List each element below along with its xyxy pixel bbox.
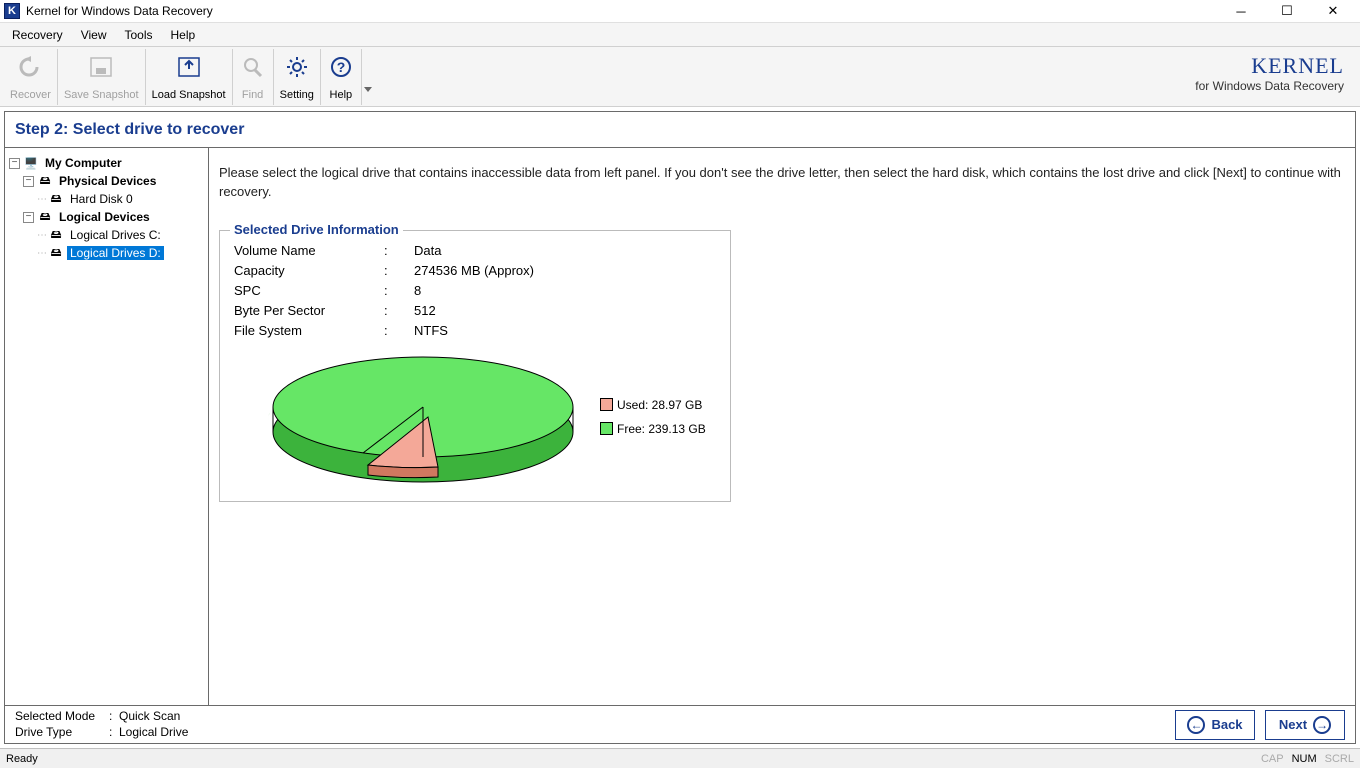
statusbar: Ready CAP NUM SCRL [0, 748, 1360, 768]
arrow-right-icon: → [1313, 716, 1331, 734]
info-row: Byte Per Sector:512 [234, 301, 716, 321]
recover-button: Recover [4, 49, 58, 105]
setting-button[interactable]: Setting [274, 49, 321, 105]
instruction-text: Please select the logical drive that con… [219, 164, 1345, 202]
tree-drive-c[interactable]: ⋯ 🖴 Logical Drives C: [9, 226, 204, 244]
status-ready: Ready [6, 753, 38, 765]
tree-root[interactable]: − 🖥️ My Computer [9, 154, 204, 172]
back-button[interactable]: ← Back [1175, 710, 1255, 740]
minimize-button[interactable]: ─ [1218, 0, 1264, 22]
footer-mode-info: Selected Mode: Quick Scan Drive Type: Lo… [15, 709, 188, 741]
computer-icon: 🖥️ [23, 156, 39, 170]
find-icon [239, 53, 267, 81]
chart-legend: Used: 28.97 GB Free: 239.13 GB [600, 388, 706, 446]
menu-recovery[interactable]: Recovery [12, 28, 63, 42]
brand-logo: KERNEL for Windows Data Recovery [1195, 53, 1344, 93]
menubar: Recovery View Tools Help [0, 23, 1360, 47]
app-icon: K [4, 3, 20, 19]
menu-help[interactable]: Help [171, 28, 196, 42]
menu-tools[interactable]: Tools [124, 28, 152, 42]
hdd-icon: 🖴 [48, 192, 64, 206]
help-button[interactable]: ? Help [321, 49, 362, 105]
device-icon: 🖴 [37, 174, 53, 188]
svg-text:?: ? [337, 59, 346, 75]
help-icon: ? [327, 53, 355, 81]
save-snapshot-icon [87, 53, 115, 81]
tree-logical-devices[interactable]: − 🖴 Logical Devices [9, 208, 204, 226]
tree-hard-disk-0[interactable]: ⋯ 🖴 Hard Disk 0 [9, 190, 204, 208]
toolbar-dropdown[interactable] [364, 55, 374, 99]
drive-icon: 🖴 [48, 246, 64, 260]
device-icon: 🖴 [37, 210, 53, 224]
toolbar: Recover Save Snapshot Load Snapshot Find… [0, 47, 1360, 107]
main-panel: Please select the logical drive that con… [209, 148, 1355, 705]
status-scrl: SCRL [1325, 753, 1354, 765]
drive-info-fieldset: Selected Drive Information Volume Name:D… [219, 230, 731, 502]
legend-free: Free: 239.13 GB [600, 422, 706, 436]
info-row: Capacity:274536 MB (Approx) [234, 261, 716, 281]
tree-drive-d[interactable]: ⋯ 🖴 Logical Drives D: [9, 244, 204, 262]
maximize-button[interactable]: ☐ [1264, 0, 1310, 22]
titlebar: K Kernel for Windows Data Recovery ─ ☐ ✕ [0, 0, 1360, 23]
load-snapshot-button[interactable]: Load Snapshot [146, 49, 233, 105]
find-button: Find [233, 49, 274, 105]
recover-icon [16, 53, 44, 81]
legend-used: Used: 28.97 GB [600, 398, 706, 412]
arrow-left-icon: ← [1187, 716, 1205, 734]
info-row: SPC:8 [234, 281, 716, 301]
gear-icon [283, 53, 311, 81]
pie-chart-icon [268, 347, 578, 487]
status-num: NUM [1292, 753, 1317, 765]
status-cap: CAP [1261, 753, 1284, 765]
next-button[interactable]: Next → [1265, 710, 1345, 740]
window-title: Kernel for Windows Data Recovery [26, 4, 213, 18]
menu-view[interactable]: View [81, 28, 107, 42]
disk-usage-chart: Used: 28.97 GB Free: 239.13 GB [234, 347, 716, 487]
drive-info-legend: Selected Drive Information [230, 222, 403, 237]
info-row: File System:NTFS [234, 321, 716, 341]
drive-icon: 🖴 [48, 228, 64, 242]
load-snapshot-icon [175, 53, 203, 81]
save-snapshot-button: Save Snapshot [58, 49, 146, 105]
content: Step 2: Select drive to recover − 🖥️ My … [4, 111, 1356, 744]
step-title: Step 2: Select drive to recover [5, 112, 1355, 148]
footer: Selected Mode: Quick Scan Drive Type: Lo… [5, 705, 1355, 743]
drive-tree: − 🖥️ My Computer − 🖴 Physical Devices ⋯ … [5, 148, 209, 705]
close-button[interactable]: ✕ [1310, 0, 1356, 22]
info-row: Volume Name:Data [234, 241, 716, 261]
tree-physical-devices[interactable]: − 🖴 Physical Devices [9, 172, 204, 190]
